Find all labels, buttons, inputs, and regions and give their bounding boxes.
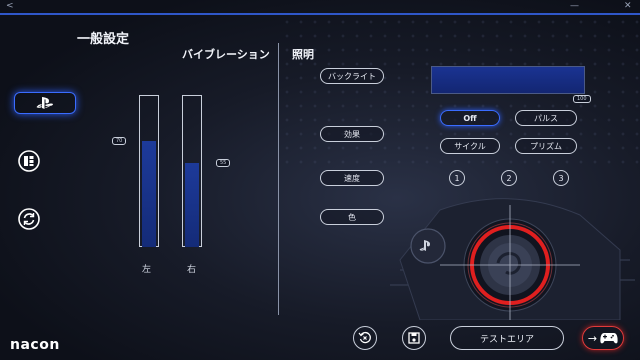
backlight-button[interactable]: バックライト — [320, 68, 384, 84]
color-button[interactable]: 色 — [320, 209, 384, 225]
reset-button[interactable] — [353, 326, 377, 350]
controller-layout-icon — [18, 150, 40, 172]
speed-option-3[interactable]: 3 — [553, 170, 569, 186]
refresh-icon — [18, 208, 40, 230]
vibration-right-label: 右 — [187, 265, 197, 275]
effect-pulse-option[interactable]: パルス — [515, 110, 577, 126]
vibration-left-label: 左 — [142, 265, 152, 275]
minimize-button[interactable]: — — [570, 0, 579, 12]
section-divider — [278, 43, 279, 315]
controller-illustration — [390, 198, 635, 320]
backlight-level-value: 100 — [573, 95, 591, 103]
sidebar-item-refresh[interactable] — [14, 208, 44, 230]
nacon-logo: nacon — [10, 337, 60, 353]
playstation-icon — [36, 97, 53, 109]
speed-option-2[interactable]: 2 — [501, 170, 517, 186]
vibration-left-fill — [142, 140, 156, 247]
backlight-level-bar[interactable] — [431, 66, 585, 94]
gamepad-icon — [600, 333, 618, 344]
save-button[interactable] — [402, 326, 426, 350]
reset-icon — [358, 331, 371, 344]
vibration-right-fill — [185, 163, 199, 247]
test-area-button[interactable]: テストエリア — [450, 326, 564, 350]
arrow-right-icon: → — [587, 331, 598, 345]
vibration-right-value: 55 — [216, 159, 231, 168]
lighting-title: 照明 — [292, 48, 314, 61]
back-button[interactable]: < — [6, 0, 14, 12]
close-button[interactable]: ✕ — [624, 0, 632, 12]
save-icon — [408, 332, 420, 344]
vibration-left-value: 70 — [112, 136, 127, 145]
app-window: < — ✕ 一般設定 バイブレーション 70 左 55 右 照明 バックライト … — [0, 0, 640, 360]
effect-prism-option[interactable]: プリズム — [515, 138, 577, 154]
vibration-title: バイブレーション — [182, 48, 270, 61]
effect-button[interactable]: 効果 — [320, 126, 384, 142]
next-button[interactable]: → — [582, 326, 624, 350]
sidebar-item-playstation[interactable] — [14, 92, 76, 114]
vibration-left-slider[interactable] — [139, 95, 159, 247]
effect-off-option[interactable]: Off — [440, 110, 500, 126]
vibration-right-slider[interactable] — [182, 95, 202, 247]
sidebar-item-controller-layout[interactable] — [14, 150, 44, 172]
speed-option-1[interactable]: 1 — [449, 170, 465, 186]
effect-cycle-option[interactable]: サイクル — [440, 138, 500, 154]
speed-button[interactable]: 速度 — [320, 170, 384, 186]
page-title: 一般設定 — [77, 32, 130, 47]
title-bar-accent — [0, 13, 640, 15]
